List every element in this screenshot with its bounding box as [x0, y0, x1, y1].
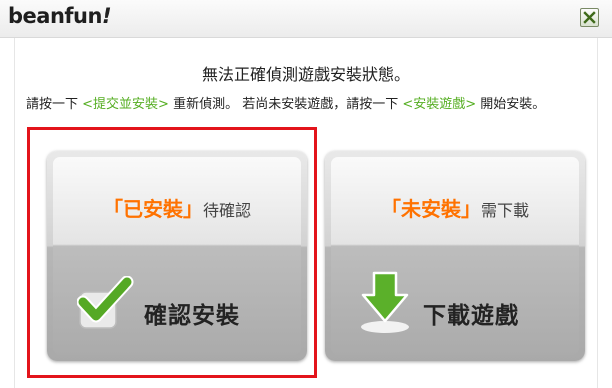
- submit-install-link[interactable]: <提交並安裝>: [82, 97, 169, 112]
- download-game-label: 下載遊戲: [423, 303, 519, 329]
- close-x-icon: [583, 11, 596, 24]
- instruction-text: 請按一下 <提交並安裝> 重新偵測。 若尚未安裝遊戲，請按一下 <安裝遊戲> 開…: [26, 96, 586, 113]
- logo-text: beanfun: [8, 4, 102, 28]
- install-game-link[interactable]: <安裝遊戲>: [402, 97, 476, 112]
- download-game-button[interactable]: 「未安裝」需下載 下載遊戲: [325, 151, 585, 361]
- instruction-part-1: 請按一下: [26, 97, 83, 112]
- logo-mark: !: [101, 4, 112, 28]
- instruction-part-2: 重新偵測。 若尚未安裝遊戲，請按一下: [168, 97, 403, 112]
- selection-highlight: [27, 127, 317, 378]
- close-button[interactable]: [580, 8, 599, 27]
- not-installed-header: 「未安裝」需下載: [325, 193, 585, 222]
- not-installed-status-word: 未安裝: [400, 197, 461, 221]
- instruction-part-3: 開始安裝。: [476, 97, 546, 112]
- open-bracket: 「: [380, 197, 401, 221]
- beanfun-logo: beanfun!: [8, 4, 112, 28]
- close-bracket: 」: [460, 197, 481, 221]
- download-arrow-icon: [361, 271, 409, 333]
- not-installed-status-tail: 需下載: [480, 201, 529, 220]
- title-bar: beanfun!: [0, 0, 612, 38]
- status-headline: 無法正確偵測遊戲安裝狀態。: [201, 65, 410, 84]
- frame-left-border: [14, 38, 15, 388]
- frame-right-border: [597, 38, 598, 388]
